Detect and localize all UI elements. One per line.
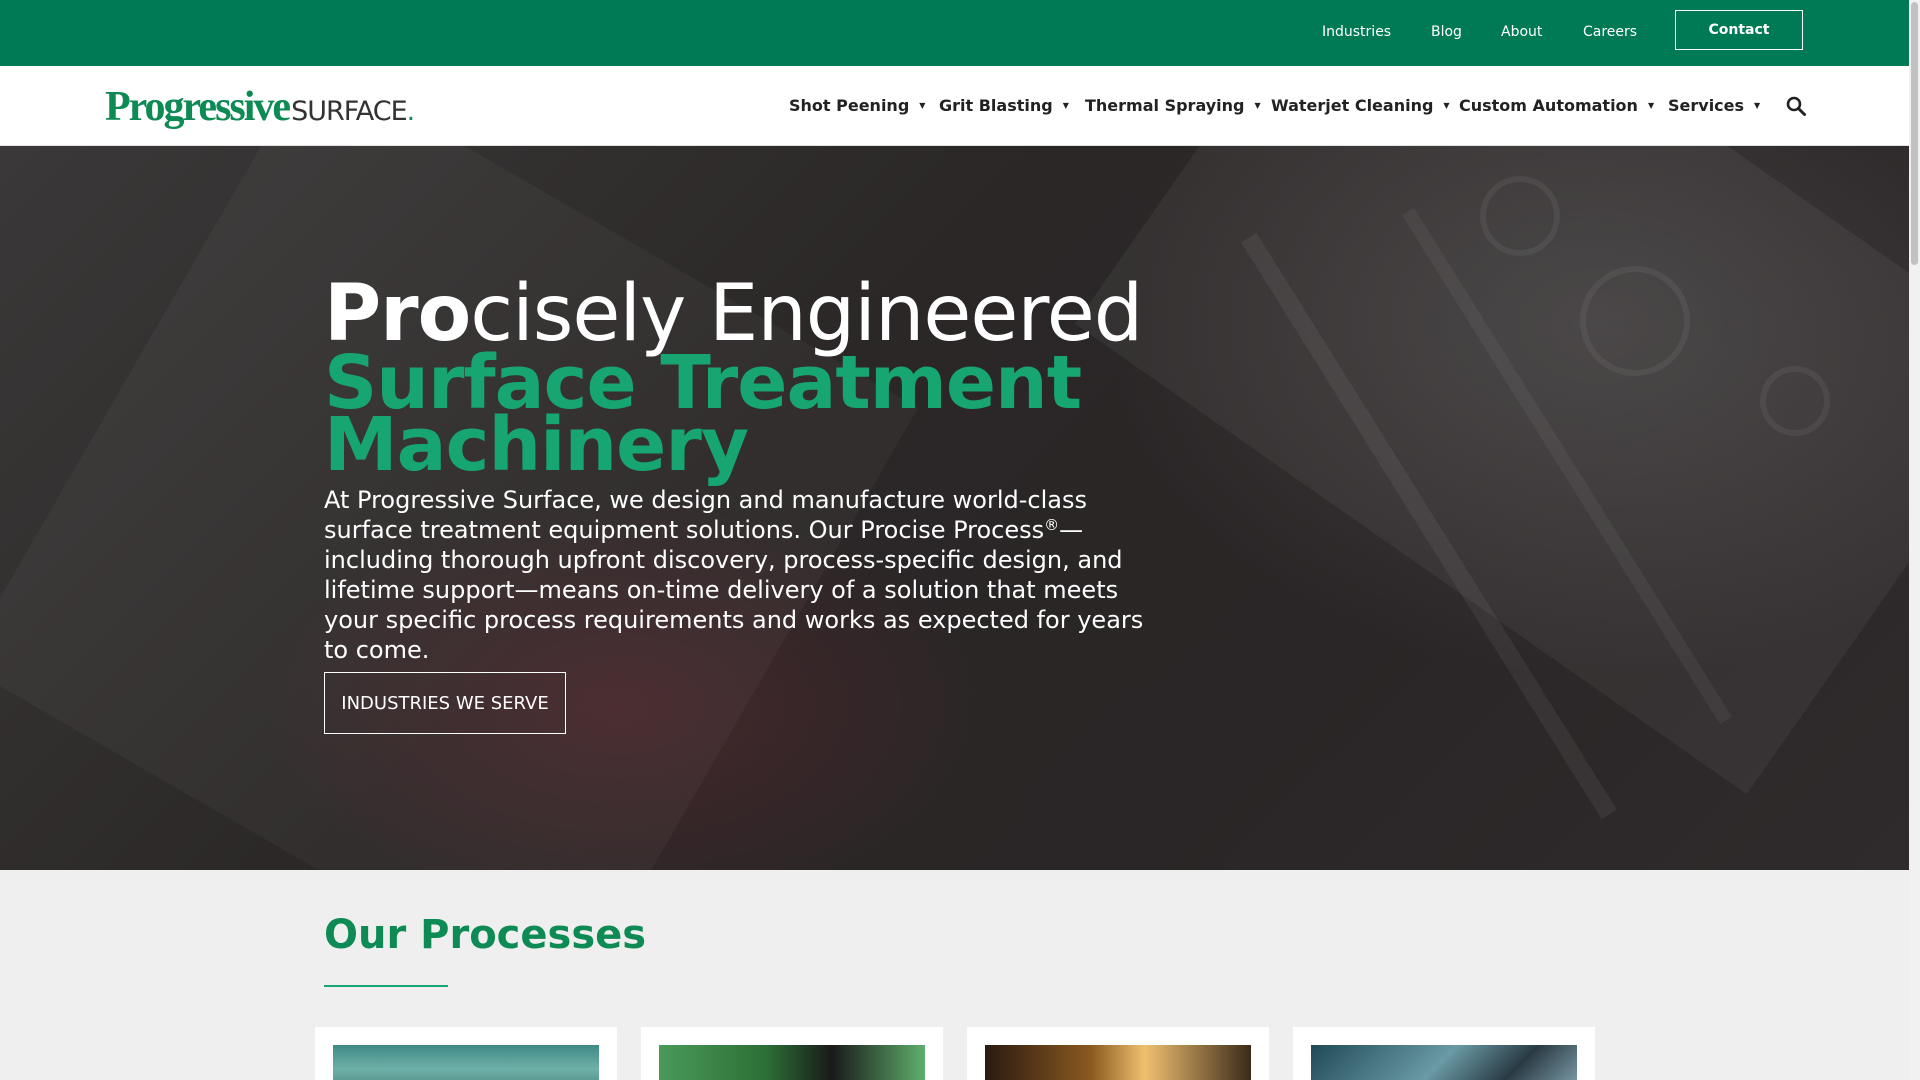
hero-section: Procisely Engineered Surface Treatment M… [0, 146, 1909, 870]
hero-background-shape [1580, 266, 1690, 376]
processes-heading: Our Processes [324, 912, 646, 958]
top-link-about[interactable]: About [1501, 24, 1542, 40]
registered-mark: ® [1044, 516, 1060, 534]
processes-heading-bold: Processes [420, 912, 647, 958]
nav-item-label: Grit Blasting [939, 96, 1053, 115]
process-card-image [1311, 1045, 1577, 1080]
logo-wordmark-thin: SURFACE [291, 96, 408, 127]
hero-background-shape [1760, 366, 1830, 436]
nav-item-grit-blasting[interactable]: Grit Blasting ▼ [939, 96, 1069, 115]
top-bar: Industries Blog About Careers Contact [0, 0, 1909, 66]
caret-down-icon: ▼ [919, 101, 926, 110]
nav-item-services[interactable]: Services ▼ [1668, 96, 1760, 115]
hero-background-shape [1480, 176, 1560, 256]
hero-description-part-1: At Progressive Surface, we design and ma… [324, 486, 1087, 544]
logo[interactable]: Progressive SURFACE . [105, 83, 415, 131]
nav-item-label: Custom Automation [1459, 96, 1638, 115]
hero-description: At Progressive Surface, we design and ma… [324, 485, 1154, 665]
nav-item-thermal-spraying[interactable]: Thermal Spraying ▼ [1085, 96, 1261, 115]
main-navigation: Progressive SURFACE . Shot Peening ▼ Gri… [0, 66, 1909, 146]
process-card-image [333, 1045, 599, 1080]
contact-button[interactable]: Contact [1675, 10, 1803, 50]
vertical-scrollbar[interactable] [1909, 0, 1920, 1080]
nav-item-shot-peening[interactable]: Shot Peening ▼ [789, 96, 925, 115]
process-card-image [659, 1045, 925, 1080]
caret-down-icon: ▼ [1647, 101, 1655, 110]
nav-item-waterjet-cleaning[interactable]: Waterjet Cleaning ▼ [1271, 96, 1450, 115]
processes-heading-light: Our [324, 912, 407, 958]
process-card[interactable] [315, 1027, 617, 1080]
caret-down-icon: ▼ [1443, 101, 1450, 110]
top-link-industries[interactable]: Industries [1322, 24, 1391, 40]
heading-underline [324, 985, 448, 987]
top-link-blog[interactable]: Blog [1431, 24, 1462, 40]
caret-down-icon: ▼ [1254, 101, 1261, 110]
process-card-image [985, 1045, 1251, 1080]
nav-item-label: Waterjet Cleaning [1271, 96, 1434, 115]
process-card[interactable] [967, 1027, 1269, 1080]
caret-down-icon: ▼ [1754, 101, 1761, 110]
nav-item-label: Services [1668, 96, 1745, 115]
process-card[interactable] [1293, 1027, 1595, 1080]
hero-title: Procisely Engineered Surface Treatment M… [324, 275, 1424, 482]
nav-item-custom-automation[interactable]: Custom Automation ▼ [1459, 96, 1654, 115]
logo-wordmark-bold: Progressive [105, 84, 291, 130]
nav-item-label: Thermal Spraying [1085, 96, 1245, 115]
processes-section: Our Processes [0, 870, 1909, 1080]
nav-item-label: Shot Peening [789, 96, 910, 115]
top-link-careers[interactable]: Careers [1583, 24, 1637, 40]
logo-dot: . [406, 97, 415, 127]
caret-down-icon: ▼ [1062, 101, 1069, 110]
process-card[interactable] [641, 1027, 943, 1080]
industries-we-serve-button[interactable]: INDUSTRIES WE SERVE [324, 672, 566, 734]
scrollbar-thumb[interactable] [1911, 2, 1918, 265]
search-icon[interactable] [1786, 96, 1806, 116]
